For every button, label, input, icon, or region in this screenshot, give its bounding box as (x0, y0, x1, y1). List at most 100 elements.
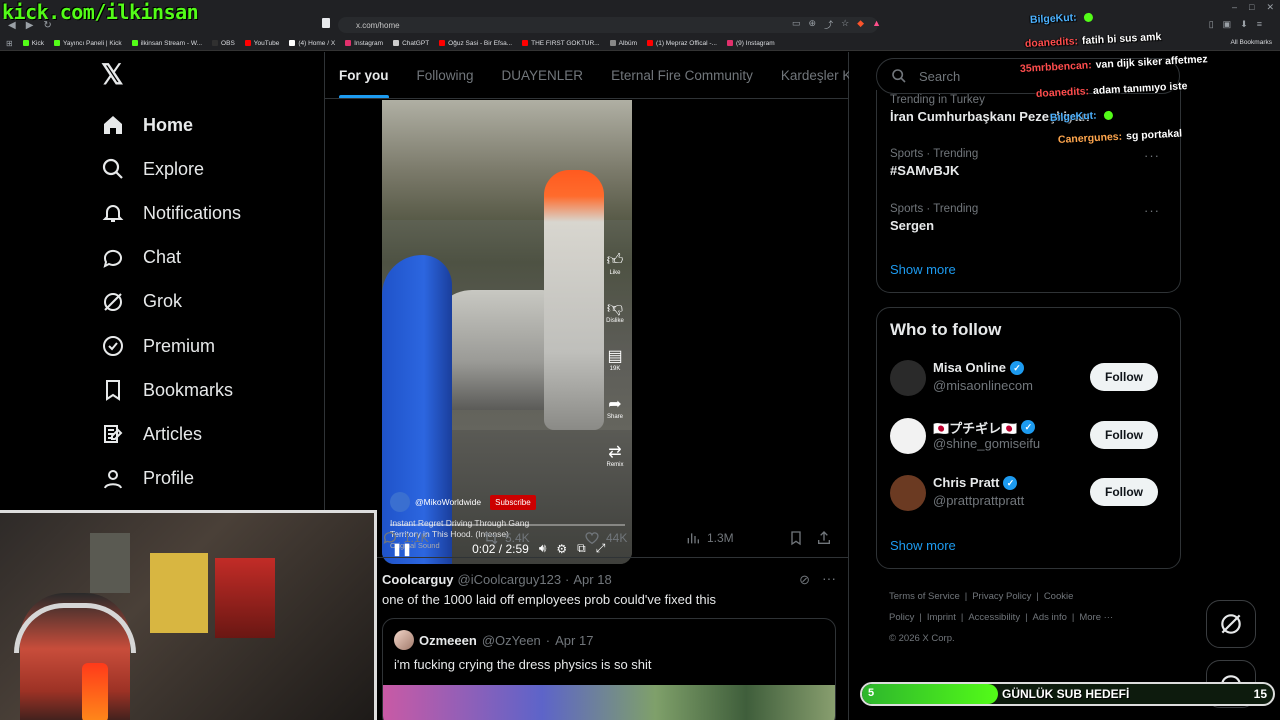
show-more-trends-link[interactable]: Show more (890, 262, 956, 277)
bookmark-item[interactable]: Oğuz Sasi - Bir Efsa... (439, 40, 512, 47)
follow-suggestion[interactable]: Misa Online ✓ @misaonlinecom Follow (890, 360, 1170, 400)
install-icon[interactable]: ▭ (792, 18, 801, 31)
sidebar-item-home[interactable]: Home (101, 113, 193, 137)
follow-button[interactable]: Follow (1090, 420, 1158, 449)
tweet-text: one of the 1000 laid off employees prob … (382, 592, 716, 607)
bookmark-item[interactable]: THE FIRST GOKTUR... (522, 40, 600, 47)
follow-button[interactable]: Follow (1090, 478, 1158, 506)
sidebar-item-bookmarks[interactable]: Bookmarks (101, 378, 233, 402)
shorts-share-button[interactable]: ➦ Share (602, 396, 628, 420)
share-button[interactable] (816, 530, 832, 546)
repost-button[interactable]: 5.4K (483, 530, 584, 546)
footer-link[interactable]: Ads info (1033, 612, 1067, 623)
more-icon[interactable]: ··· (1144, 148, 1160, 163)
sidebar-item-grok[interactable]: Grok (101, 290, 182, 314)
zoom-icon[interactable]: ⊕ (809, 18, 817, 31)
avatar[interactable] (890, 417, 926, 454)
reply-button[interactable]: 1.1K (382, 530, 483, 546)
tweet-author-handle[interactable]: @iCoolcarguy123 (458, 572, 562, 587)
footer-link[interactable]: Imprint (927, 612, 956, 623)
sub-goal-fill (862, 684, 998, 704)
channel-name[interactable]: @MikoWorldwide (415, 497, 481, 507)
tweet-date[interactable]: Apr 18 (573, 572, 611, 587)
follow-suggestion[interactable]: 🇯🇵プチギレ🇯🇵 ✓ @shine_gomiseifu Follow (890, 417, 1170, 458)
avatar[interactable] (394, 630, 414, 650)
webcam-poster (150, 553, 208, 633)
tab-eternal-fire-community[interactable]: Eternal Fire Community (597, 52, 767, 98)
bookmark-item[interactable]: (1) Mepraz Offical -... (647, 40, 717, 47)
grok-icon[interactable]: ⊘ (799, 572, 810, 588)
grok-button[interactable] (1206, 600, 1256, 648)
bookmark-item[interactable]: Yayıncı Paneli | Kick (53, 40, 122, 47)
bookmark-item[interactable]: ChatGPT (393, 40, 429, 47)
show-more-follow-link[interactable]: Show more (890, 538, 956, 553)
bookmark-item[interactable]: ilkinsan Stream - W... (131, 40, 202, 47)
footer-link[interactable]: More ··· (1079, 612, 1113, 623)
tweet[interactable]: Coolcarguy @iCoolcarguy123 · Apr 18 ⊘ ··… (382, 570, 842, 720)
shorts-like-button[interactable]: 👍︎ Like (602, 252, 628, 276)
tab-duayenler[interactable]: DUAYENLER (488, 52, 598, 98)
views-button[interactable]: 1.3M (685, 530, 788, 546)
tab-following[interactable]: Following (403, 52, 488, 98)
brave-rewards-icon[interactable]: ▲ (872, 18, 881, 31)
chat-message: 35mrbbencan: van dijk siker affetmez (1020, 53, 1208, 75)
more-icon[interactable]: ··· (1144, 203, 1160, 218)
bookmark-item[interactable]: (4) Home / X (289, 40, 335, 47)
footer-link[interactable]: Privacy Policy (972, 591, 1031, 602)
embedded-video[interactable]: 👍︎ Like 👎︎ Dislike ▤ 19K ➦ Share ⇄ Remix @MikoWor… (382, 100, 632, 564)
shorts-19k-button[interactable]: ▤ 19K (602, 348, 628, 372)
footer-link[interactable]: Accessibility (968, 612, 1020, 623)
follow-button[interactable]: Follow (1090, 363, 1158, 391)
sidebar-item-notifications[interactable]: Notifications (101, 201, 241, 225)
bookmark-label: (4) Home / X (298, 39, 336, 47)
quoted-tweet-media[interactable] (383, 685, 835, 720)
footer-link[interactable]: Terms of Service (889, 591, 960, 602)
sidebar-item-explore[interactable]: Explore (101, 157, 204, 181)
tab-for-you[interactable]: For you (325, 52, 403, 98)
bookmark-item[interactable]: YouTube (244, 40, 279, 47)
tab-favicon[interactable] (322, 18, 330, 28)
tab-karde-ler-k[interactable]: Kardeşler K (767, 52, 849, 98)
forward-icon[interactable]: ▶ (26, 20, 34, 31)
close-icon[interactable]: ✕ (1266, 2, 1274, 13)
sub-goal-bar: 5 GÜNLÜK SUB HEDEFİ 15 (860, 682, 1275, 706)
bookmark-icon (791, 531, 801, 546)
bookmark-item[interactable]: Instagram (345, 40, 383, 47)
bookmark-button[interactable] (788, 530, 816, 546)
tweet-author-name[interactable]: Coolcarguy (382, 572, 454, 587)
shorts-remix-button[interactable]: ⇄ Remix (602, 444, 628, 468)
sidebar-item-label: Notifications (143, 202, 242, 223)
avatar[interactable] (890, 475, 926, 511)
bookmark-label: (9) Instagram (735, 39, 775, 47)
star-icon[interactable]: ☆ (841, 18, 849, 31)
reload-icon[interactable]: ↻ (43, 20, 51, 31)
brave-shield-icon[interactable]: ◆ (857, 18, 864, 31)
follow-suggestion[interactable]: Chris Pratt ✓ @prattprattpratt Follow (890, 475, 1170, 515)
footer-separator: | (964, 591, 968, 602)
bookmark-label: Instagram (354, 39, 384, 47)
quoted-tweet[interactable]: Ozmeeen @OzYeen · Apr 17 i'm fucking cry… (382, 618, 836, 720)
trend-item[interactable]: Sports · Trending Sergen ··· (890, 203, 1170, 233)
sidebar-item-chat[interactable]: Chat (101, 246, 181, 270)
bookmark-item[interactable]: Kick (22, 40, 44, 47)
avatar[interactable] (890, 360, 926, 396)
bookmark-item[interactable]: Albüm (609, 40, 637, 47)
bookmark-favicon-icon (244, 40, 251, 46)
apps-icon[interactable]: ⊞ (6, 39, 13, 48)
like-button[interactable]: 44K (584, 530, 685, 546)
trend-item[interactable]: Sports · Trending #SAMvBJK ··· (890, 148, 1170, 178)
share-page-icon[interactable]: ⤴ (824, 18, 833, 31)
subscribe-button[interactable]: Subscribe (490, 494, 536, 510)
video-progress-bar[interactable] (390, 524, 625, 526)
back-icon[interactable]: ◀ (8, 20, 16, 31)
more-icon[interactable]: ··· (822, 570, 836, 586)
channel-avatar[interactable] (390, 492, 410, 512)
shorts-dislike-button[interactable]: 👎︎ Dislike (602, 300, 628, 324)
sidebar-item-premium[interactable]: Premium (101, 334, 215, 358)
bookmark-item[interactable]: OBS (212, 40, 235, 47)
sidebar-item-articles[interactable]: Articles (101, 422, 202, 446)
sidebar-item-profile[interactable]: Profile (101, 467, 194, 491)
bookmark-item[interactable]: (9) Instagram (726, 39, 775, 47)
x-logo-icon[interactable]: 𝕏 (101, 61, 127, 89)
shorts-action-label: Share (606, 414, 623, 420)
